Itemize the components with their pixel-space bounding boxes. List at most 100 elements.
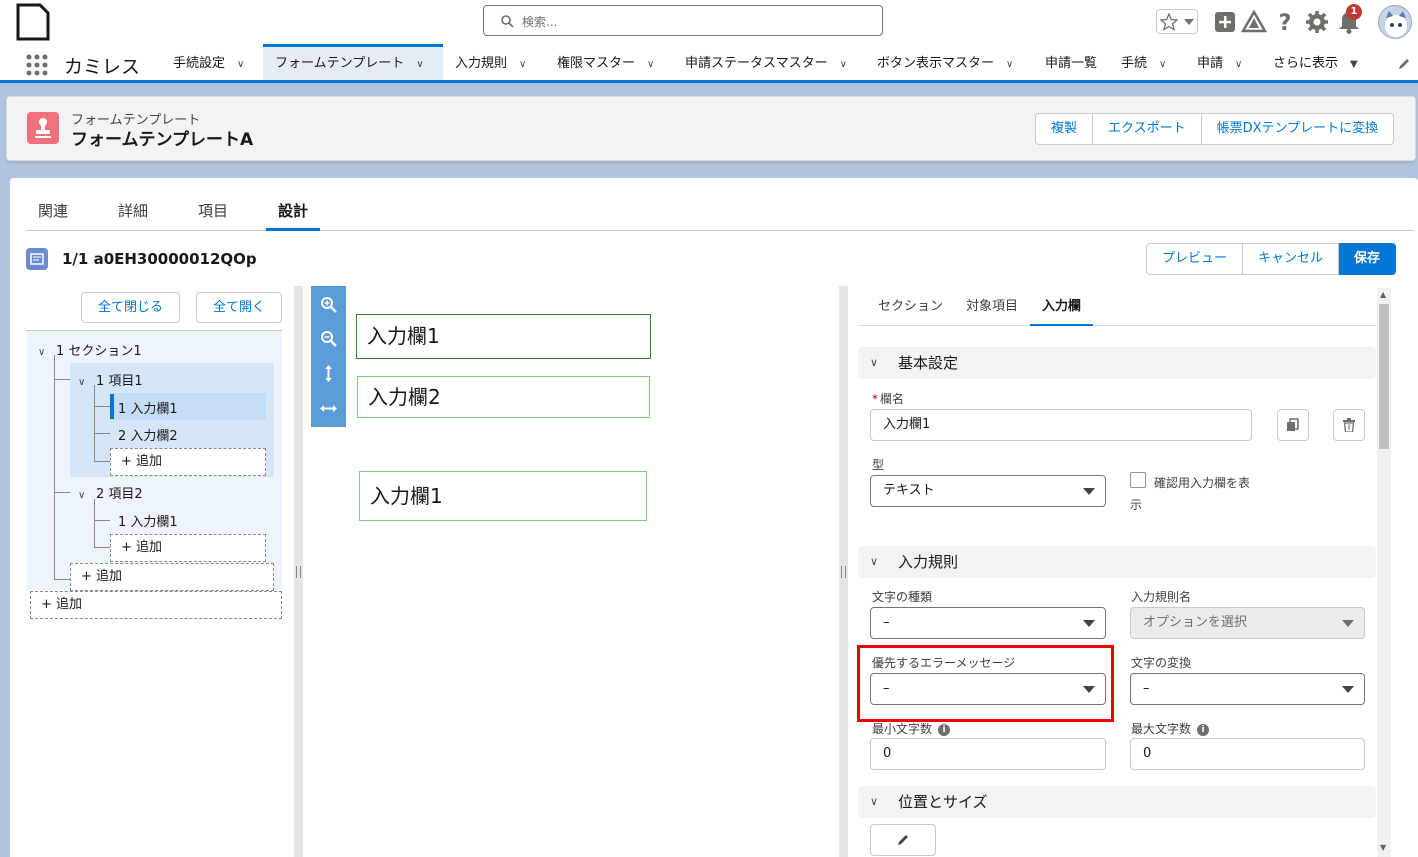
cancel-button[interactable]: キャンセル [1243,243,1340,275]
tab-input-field[interactable]: 入力欄 [1030,292,1094,326]
nav-item-label: 申請ステータスマスター [685,56,828,71]
save-button[interactable]: 保存 [1339,243,1397,275]
right-splitter[interactable] [839,286,848,857]
document-icon[interactable] [16,3,50,41]
chevron-down-icon[interactable]: ∨ [78,490,92,501]
nav-item-label: 権限マスター [557,56,636,71]
trailhead-icon[interactable] [1241,9,1267,35]
clone-button[interactable]: 複製 [1035,113,1094,145]
confirm-input-checkbox[interactable] [1130,472,1146,488]
tab-section[interactable]: セクション [866,292,955,326]
nav-item-input-rules[interactable]: 入力規則 ∨ [455,44,526,80]
rule-name-select: オプションを選択 [1130,607,1365,639]
avatar[interactable] [1378,5,1412,39]
tree-node-item2[interactable]: ∨ 2 項目2 [78,483,143,502]
char-type-label: 文字の種類 [872,590,933,604]
expand-all-button[interactable]: 全て開く [196,292,282,323]
char-type-select[interactable]: – [870,607,1106,639]
nav-item-permission-master[interactable]: 権限マスター ∨ [557,44,654,80]
chevron-down-icon: ∨ [870,356,879,369]
scrollbar-thumb[interactable] [1379,304,1389,449]
add-section-button[interactable]: + 追加 [30,591,282,619]
min-length-input[interactable]: 0 [870,738,1106,770]
export-button[interactable]: エクスポート [1093,113,1202,145]
chevron-down-icon[interactable]: ∨ [1006,45,1013,85]
nav-item-label: フォームテンプレート [275,56,405,71]
add-icon[interactable] [1212,9,1238,35]
copy-button[interactable] [1277,409,1309,441]
chevron-down-icon[interactable]: ∨ [519,45,526,85]
tab-related[interactable]: 関連 [26,196,80,231]
nav-item-form-template[interactable]: フォームテンプレート ∨ [263,44,443,80]
chevron-down-icon[interactable]: ∨ [237,45,244,85]
tree-node-item1[interactable]: ∨ 1 項目1 [78,370,143,389]
section-input-rules[interactable]: ∨ 入力規則 [858,546,1376,578]
zoom-in-icon[interactable] [320,296,337,313]
add-item-button[interactable]: + 追加 [70,563,274,591]
chevron-down-icon[interactable]: ∨ [840,45,847,85]
add-field-button[interactable]: + 追加 [110,448,266,476]
section-title: 入力規則 [898,553,959,571]
field-name-input[interactable]: 入力欄1 [870,409,1252,441]
label-text: 最小文字数 [872,722,933,736]
canvas-field-3[interactable]: 入力欄1 [359,471,647,521]
nav-item-procedure-settings[interactable]: 手続設定 ∨ [173,44,244,80]
grip-icon [841,566,846,578]
gear-icon[interactable] [1304,9,1330,35]
tree-connector [94,520,110,521]
tree-node-section[interactable]: ∨ 1 セクション1 [38,340,142,359]
nav-item-procedure[interactable]: 手続 ∨ [1121,44,1166,80]
left-splitter[interactable] [294,286,303,857]
collapse-all-button[interactable]: 全て閉じる [81,292,180,323]
convert-template-button[interactable]: 帳票DXテンプレートに変換 [1201,113,1395,145]
zoom-out-icon[interactable] [320,330,337,347]
nav-item-status-master[interactable]: 申請ステータスマスター ∨ [685,44,847,80]
chevron-down-icon[interactable]: ∨ [38,347,52,358]
label-text: 欄名 [880,392,905,406]
nav-item-label: 入力規則 [455,56,508,71]
pencil-icon[interactable] [1397,57,1411,71]
fit-height-icon[interactable] [320,365,337,382]
tree-node-item1-field2[interactable]: 2 入力欄2 [118,425,178,444]
chevron-down-icon[interactable]: ∨ [78,377,92,388]
fit-width-icon[interactable] [320,400,337,417]
selected-indicator [110,394,114,419]
delete-button[interactable] [1333,409,1365,441]
max-length-input[interactable]: 0 [1130,738,1365,770]
char-conversion-select[interactable]: – [1130,673,1365,705]
add-field-button[interactable]: + 追加 [110,534,266,562]
tree-node-item2-field1[interactable]: 1 入力欄1 [118,511,178,530]
info-icon[interactable]: i [938,723,951,736]
section-basic-settings[interactable]: ∨ 基本設定 [858,347,1376,379]
tab-details[interactable]: 詳細 [106,196,160,231]
canvas-field-2[interactable]: 入力欄2 [357,376,650,418]
scroll-down-icon[interactable]: ▼ [1380,843,1386,852]
info-icon[interactable]: i [1197,723,1210,736]
help-icon[interactable]: ? [1272,9,1298,35]
tab-design[interactable]: 設計 [266,196,321,231]
nav-item-label: 申請一覧 [1045,56,1098,71]
chevron-down-icon[interactable]: ∨ [416,48,423,82]
nav-item-application-list[interactable]: 申請一覧 [1045,44,1097,80]
edit-position-button[interactable] [870,824,936,856]
search-input[interactable]: 検索... [483,5,883,36]
preview-button[interactable]: プレビュー [1146,243,1244,275]
chevron-down-icon[interactable]: ∨ [1235,45,1242,85]
nav-item-button-master[interactable]: ボタン表示マスター ∨ [877,44,1013,80]
nav-item-application[interactable]: 申請 ∨ [1197,44,1242,80]
section-position-size[interactable]: ∨ 位置とサイズ [858,786,1376,818]
caret-down-icon[interactable]: ▼ [1350,45,1358,85]
chevron-down-icon[interactable]: ∨ [1159,45,1166,85]
chevron-down-icon[interactable]: ∨ [647,45,654,85]
tab-items[interactable]: 項目 [186,196,240,231]
properties-scrollbar[interactable]: ▲ ▼ [1377,288,1391,857]
app-launcher-icon[interactable] [25,53,49,77]
canvas-field-1[interactable]: 入力欄1 [356,314,651,359]
nav-item-more[interactable]: さらに表示 ▼ [1273,44,1358,80]
tab-target-item[interactable]: 対象項目 [954,292,1030,326]
tree-connector [94,433,110,434]
tree-node-item1-field1[interactable]: 1 入力欄1 [118,398,178,417]
scroll-up-icon[interactable]: ▲ [1380,290,1386,299]
type-select[interactable]: テキスト [870,475,1106,507]
favorites-button[interactable] [1156,9,1198,34]
